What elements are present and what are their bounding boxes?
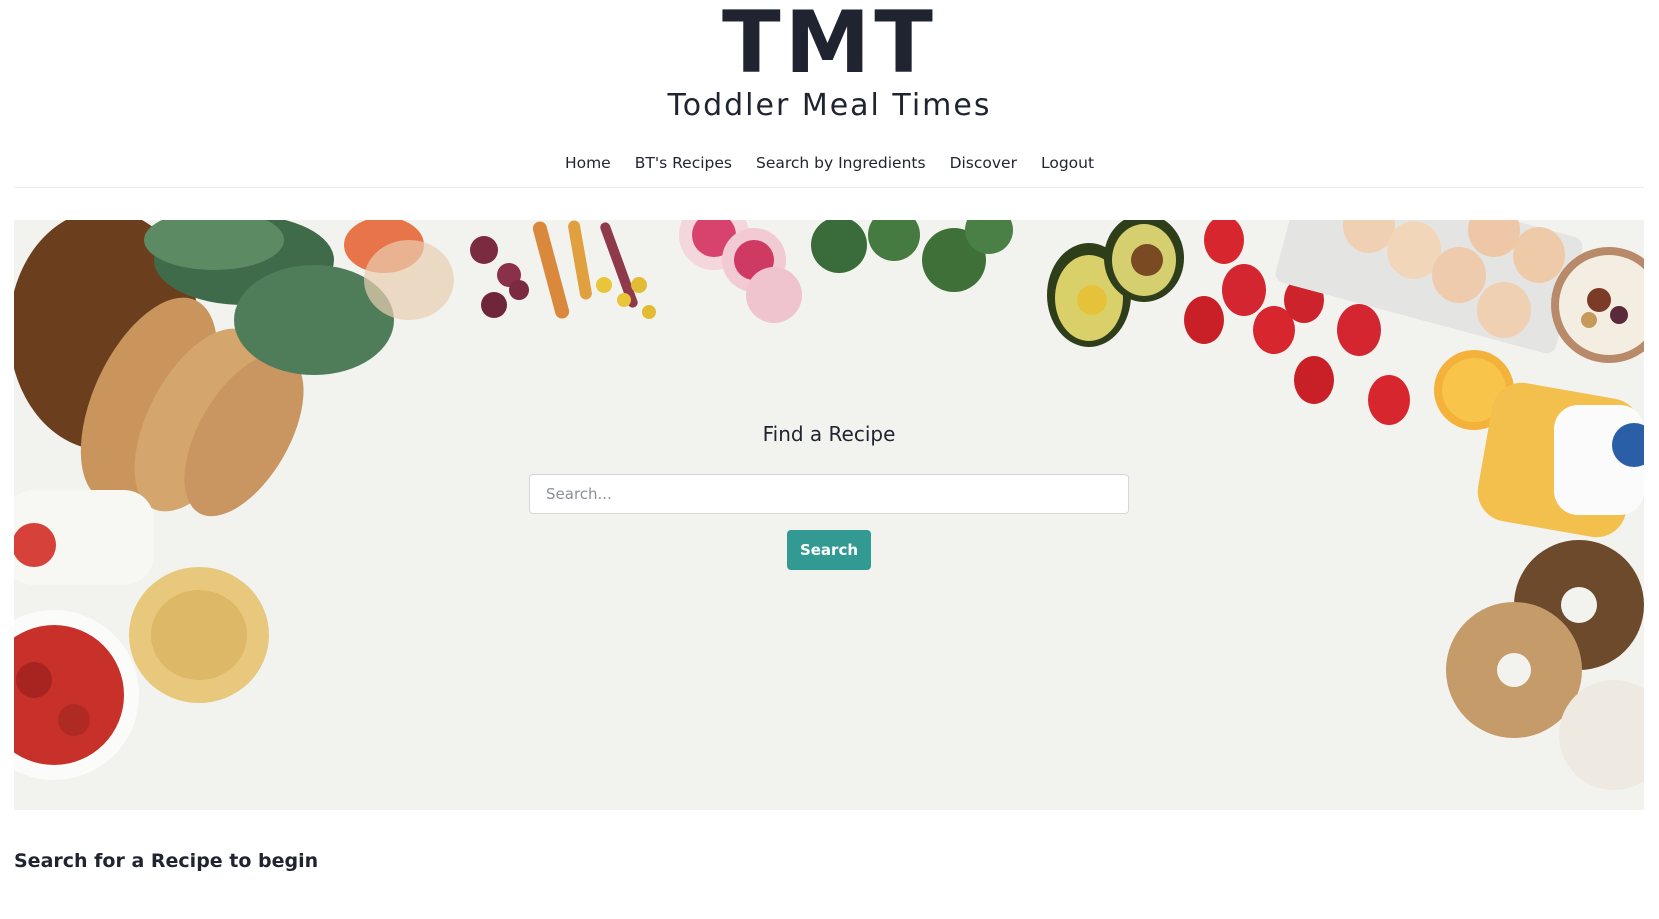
broccoli-image (811, 220, 1013, 292)
nav-home[interactable]: Home (553, 154, 623, 172)
milk-jug-image (1477, 382, 1644, 538)
recipe-search-input[interactable] (529, 474, 1129, 514)
site-logo[interactable]: TMT (0, 0, 1659, 86)
radish-image (679, 220, 802, 323)
avocado-image (1047, 220, 1184, 347)
vegetables-image (470, 220, 656, 319)
hero-banner: Find a Recipe Search (14, 220, 1644, 810)
eggs-image (1275, 220, 1583, 354)
search-button[interactable]: Search (787, 530, 871, 570)
main-nav: Home BT's Recipes Search by Ingredients … (0, 154, 1659, 172)
bagels-image (1446, 540, 1644, 790)
find-recipe-heading: Find a Recipe (762, 422, 896, 446)
nav-bts-recipes[interactable]: BT's Recipes (623, 154, 744, 172)
nav-logout[interactable]: Logout (1029, 154, 1106, 172)
tomato-bowl-image (14, 610, 139, 780)
food-border-image (14, 220, 1644, 790)
search-prompt-text: Search for a Recipe to begin (14, 850, 319, 872)
milk-bottle-image (14, 490, 154, 585)
nav-discover[interactable]: Discover (938, 154, 1029, 172)
nav-search-by-ingredients[interactable]: Search by Ingredients (744, 154, 938, 172)
site-tagline: Toddler Meal Times (667, 88, 992, 123)
header-divider (14, 187, 1644, 188)
